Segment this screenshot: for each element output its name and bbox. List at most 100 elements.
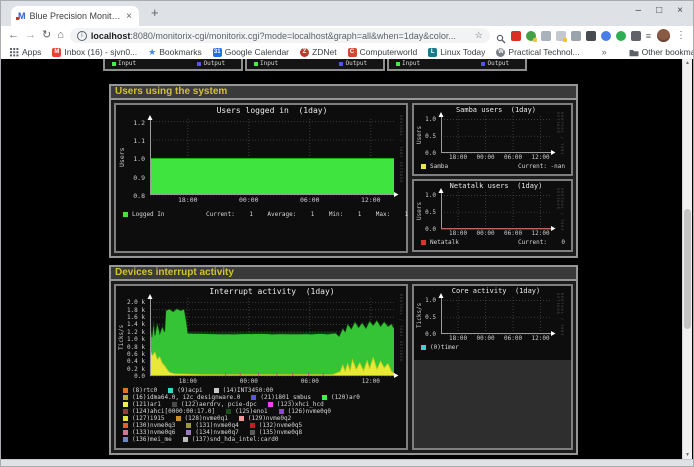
legend-swatch bbox=[278, 408, 285, 415]
legend-label: Input bbox=[402, 60, 420, 67]
minimize-button[interactable]: – bbox=[636, 5, 642, 16]
extensions-row: ≡ bbox=[496, 31, 651, 41]
graph-users-logged-in[interactable]: Users logged in (1day)UsersRRDTOOL / TOB… bbox=[114, 103, 408, 253]
y-tick-label: 1.2 k bbox=[116, 329, 145, 336]
network-graph-partial[interactable]: InputOutput bbox=[245, 59, 385, 71]
rrdtool-watermark: RRDTOOL / TOBI OETIKER bbox=[399, 115, 403, 199]
box-extension-icon[interactable] bbox=[556, 31, 566, 41]
scrollbar-thumb[interactable] bbox=[684, 209, 691, 329]
legend-label: (131)nvme0q4 bbox=[195, 422, 238, 429]
scroll-up-icon[interactable]: ▲ bbox=[683, 59, 692, 68]
bookmark-linux-today[interactable]: LLinux Today bbox=[428, 47, 485, 57]
legend-swatch bbox=[167, 387, 174, 394]
x-tick-label: 12:00 bbox=[525, 335, 557, 342]
legend-item: (14)INT3450:00 bbox=[213, 387, 274, 394]
site-info-icon[interactable]: i bbox=[77, 31, 87, 41]
bookmark-site-icon: C bbox=[348, 48, 357, 57]
bookmark-label: Linux Today bbox=[440, 47, 485, 57]
legend-swatch bbox=[112, 62, 116, 66]
zoom-extension-icon[interactable] bbox=[601, 31, 611, 41]
browser-tab[interactable]: M Blue Precision Monitorix × bbox=[11, 6, 139, 26]
tab-title: Blue Precision Monitorix bbox=[30, 11, 123, 21]
maximize-button[interactable]: □ bbox=[656, 5, 662, 16]
globe-extension-icon[interactable] bbox=[526, 31, 536, 41]
bookmark-practical-technology[interactable]: WPractical Technol... bbox=[496, 47, 579, 57]
bookmark-other-bookmarks[interactable]: Other bookmarks bbox=[629, 47, 694, 57]
legend-label: (133)nvme0q6 bbox=[132, 429, 175, 436]
close-button[interactable]: × bbox=[677, 5, 683, 16]
graph-core-activity-panel[interactable]: Core activity (1day)Ticks/sRRDTOOL / TOB… bbox=[412, 284, 573, 450]
reload-icon[interactable]: ↻ bbox=[42, 30, 51, 41]
legend-item: (136)mei_me bbox=[122, 436, 172, 443]
back-icon[interactable]: ← bbox=[8, 30, 19, 41]
y-tick-label: 0.0 bbox=[116, 373, 145, 380]
legend-swatch bbox=[185, 422, 192, 429]
legend-label: (9)acpi bbox=[177, 387, 202, 394]
legend-label: Logged In bbox=[132, 211, 165, 218]
graph-title: Users logged in (1day) bbox=[138, 106, 406, 115]
bookmark-label: Bookmarks bbox=[159, 47, 202, 57]
y-tick-label: 0.5 bbox=[414, 209, 436, 216]
plot-area bbox=[150, 119, 394, 195]
bookmark-computerworld[interactable]: CComputerworld bbox=[348, 47, 418, 57]
home-icon[interactable]: ⌂ bbox=[57, 30, 64, 41]
legend-swatch bbox=[213, 387, 220, 394]
search-extension-icon[interactable] bbox=[496, 31, 506, 41]
bookmark-star-icon: ★ bbox=[148, 47, 156, 58]
url-text[interactable]: localhost:8080/monitorix-cgi/monitorix.c… bbox=[91, 31, 471, 41]
legend-label: (0)timer bbox=[430, 344, 459, 351]
section-devices-body: Interrupt activity (1day)Ticks/sRRDTOOL … bbox=[111, 281, 576, 453]
new-tab-button[interactable]: + bbox=[151, 5, 159, 20]
graph-interrupt-activity[interactable]: Interrupt activity (1day)Ticks/sRRDTOOL … bbox=[114, 284, 408, 450]
legend-label: (16)idma64.0, i2c_designware.0 bbox=[132, 394, 240, 401]
legend-label: (132)nvme0q5 bbox=[259, 422, 302, 429]
bookmark-zdnet[interactable]: ZZDNet bbox=[300, 47, 337, 57]
legend-label: (129)nvme0q2 bbox=[248, 415, 291, 422]
legend-row: (136)mei_me(137)snd_hda_intel:card0 bbox=[122, 436, 402, 445]
section-devices-title: Devices interrupt activity bbox=[111, 267, 576, 281]
legend-swatch bbox=[267, 401, 274, 408]
legend-swatch bbox=[254, 62, 258, 66]
bookmark-inbox[interactable]: MInbox (16) - sjvn0... bbox=[52, 47, 137, 57]
mail-extension-icon[interactable] bbox=[511, 31, 521, 41]
graph-core-activity[interactable]: Core activity (1day)Ticks/sRRDTOOL / TOB… bbox=[414, 286, 571, 360]
green-extension-icon[interactable] bbox=[616, 31, 626, 41]
x-tick-label: 00:00 bbox=[233, 378, 265, 385]
legend-label: Output bbox=[203, 60, 225, 67]
dark-extension-icon[interactable] bbox=[586, 31, 596, 41]
bookmark-apps[interactable]: Apps bbox=[10, 47, 41, 57]
legend-swatch bbox=[321, 394, 328, 401]
menu-icon[interactable]: ⋮ bbox=[676, 30, 686, 41]
bookmark-google-calendar[interactable]: 31Google Calendar bbox=[213, 47, 289, 57]
forward-icon[interactable]: → bbox=[25, 30, 36, 41]
tab-strip: M Blue Precision Monitorix × + – □ × bbox=[1, 1, 693, 26]
bookmark-site-icon: W bbox=[496, 48, 505, 57]
bookmark-label: Other bookmarks bbox=[642, 47, 694, 57]
legend-swatch bbox=[225, 408, 232, 415]
address-bar[interactable]: i localhost:8080/monitorix-cgi/monitorix… bbox=[70, 28, 490, 43]
legend-item: (21)i801_smbus bbox=[250, 394, 311, 401]
y-tick-label: 0.0 bbox=[414, 331, 436, 338]
puzzle-extension-icon[interactable] bbox=[631, 31, 641, 41]
graph-netatalk-users[interactable]: Netatalk users (1day)UsersRRDTOOL / TOBI… bbox=[412, 179, 573, 252]
bookmark-bookmarks[interactable]: ★Bookmarks bbox=[148, 47, 202, 58]
legend-label: (8)rtc0 bbox=[132, 387, 157, 394]
playlist-extension-icon[interactable]: ≡ bbox=[646, 31, 651, 41]
graph-samba-users[interactable]: Samba users (1day)UsersRRDTOOL / TOBI OE… bbox=[412, 103, 573, 176]
y-tick-label: 1.0 k bbox=[116, 336, 145, 343]
legend-row: NetatalkCurrent: 0 bbox=[420, 239, 567, 248]
page-scrollbar[interactable]: ▲ ▼ bbox=[682, 59, 692, 460]
audio-extension-icon[interactable] bbox=[571, 31, 581, 41]
tab-close-icon[interactable]: × bbox=[126, 11, 132, 22]
pages-extension-icon[interactable] bbox=[541, 31, 551, 41]
profile-avatar[interactable] bbox=[657, 29, 670, 42]
y-tick-label: 0.6 k bbox=[116, 351, 145, 358]
y-tick-label: 0.0 bbox=[414, 150, 436, 157]
legend-label: (14)INT3450:00 bbox=[223, 387, 274, 394]
network-graph-partial[interactable]: InputOutput bbox=[387, 59, 527, 71]
bookmarks-overflow-icon[interactable]: » bbox=[602, 47, 607, 57]
network-graph-partial[interactable]: InputOutput bbox=[103, 59, 243, 71]
monitorix-favicon-icon: M bbox=[18, 11, 26, 21]
folder-icon bbox=[629, 48, 639, 57]
bookmark-star-icon[interactable]: ☆ bbox=[475, 30, 483, 41]
